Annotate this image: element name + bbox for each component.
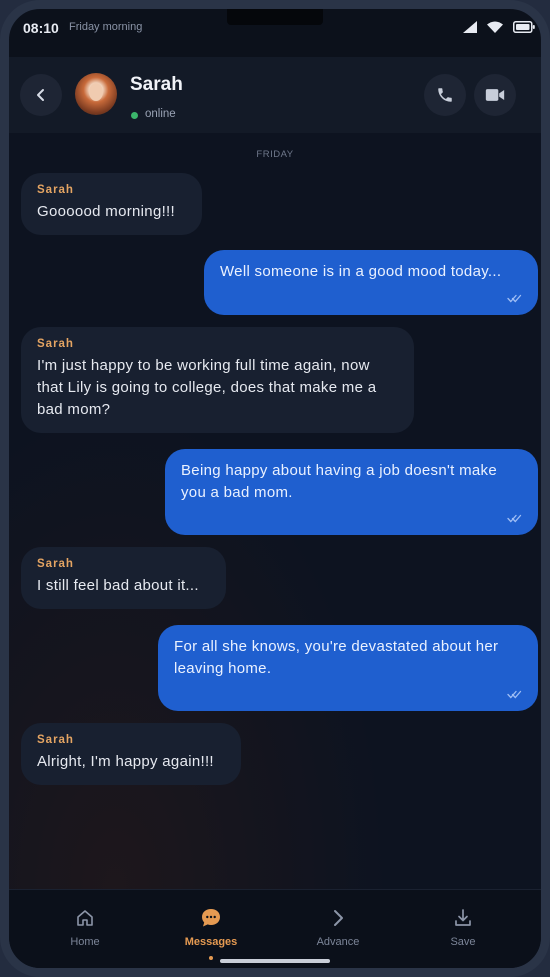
message-text: For all she knows, you're devastated abo… [174, 638, 499, 677]
message-text: Goooood morning!!! [37, 203, 175, 220]
nav-home[interactable]: Home [35, 906, 135, 948]
message-text: Being happy about having a job doesn't m… [181, 462, 497, 501]
phone-frame: 08:10 Friday morning Sarah online FRIDAY… [0, 0, 550, 977]
sender-name: Sarah [37, 734, 74, 746]
active-tab-indicator [209, 956, 213, 960]
sender-name: Sarah [37, 558, 74, 570]
cellular-signal-icon [463, 21, 477, 33]
status-day: Friday morning [69, 21, 143, 33]
video-camera-icon [485, 89, 505, 101]
incoming-message: Sarah I'm just happy to be working full … [21, 327, 414, 433]
bottom-navigation: Home Messages Advance Save [9, 889, 541, 968]
message-text: Alright, I'm happy again!!! [37, 753, 214, 770]
message-text: I still feel bad about it... [37, 577, 199, 594]
status-time: 08:10 [23, 20, 59, 36]
wifi-icon [487, 21, 503, 33]
phone-icon [438, 88, 452, 102]
nav-save[interactable]: Save [413, 906, 513, 948]
chat-header: Sarah online [9, 57, 541, 134]
nav-advance[interactable]: Advance [288, 906, 388, 948]
avatar[interactable] [75, 73, 117, 115]
status-icons [463, 21, 535, 33]
online-indicator [131, 112, 138, 119]
message-text: Well someone is in a good mood today... [220, 263, 502, 280]
incoming-message: Sarah Goooood morning!!! [21, 173, 202, 235]
video-call-button[interactable] [474, 74, 516, 116]
sender-name: Sarah [37, 338, 74, 350]
back-button[interactable] [20, 74, 62, 116]
contact-status: online [145, 108, 176, 120]
home-indicator-bar[interactable] [220, 959, 330, 963]
incoming-message: Sarah I still feel bad about it... [21, 547, 226, 609]
double-check-icon [507, 690, 522, 699]
nav-home-label: Home [70, 936, 100, 948]
nav-save-label: Save [450, 936, 476, 948]
voice-call-button[interactable] [424, 74, 466, 116]
nav-messages[interactable]: Messages [161, 906, 261, 948]
double-check-icon [507, 514, 522, 523]
sender-name: Sarah [37, 184, 74, 196]
chevron-right-icon [334, 910, 343, 926]
nav-messages-label: Messages [184, 936, 238, 948]
download-icon [455, 909, 471, 926]
chevron-left-icon [37, 89, 44, 101]
status-bar: 08:10 Friday morning [9, 9, 541, 49]
incoming-message: Sarah Alright, I'm happy again!!! [21, 723, 241, 785]
outgoing-message: Being happy about having a job doesn't m… [165, 449, 538, 535]
nav-advance-label: Advance [316, 936, 360, 948]
message-list[interactable]: FRIDAY Sarah Goooood morning!!! Well som… [9, 133, 541, 889]
message-text: I'm just happy to be working full time a… [37, 357, 377, 418]
day-separator: FRIDAY [256, 149, 294, 160]
chat-bubble-icon [202, 909, 220, 927]
double-check-icon [507, 294, 522, 303]
outgoing-message: Well someone is in a good mood today... [204, 250, 538, 315]
contact-name: Sarah [130, 74, 183, 95]
battery-icon [513, 21, 535, 33]
home-icon [77, 910, 93, 926]
outgoing-message: For all she knows, you're devastated abo… [158, 625, 538, 711]
